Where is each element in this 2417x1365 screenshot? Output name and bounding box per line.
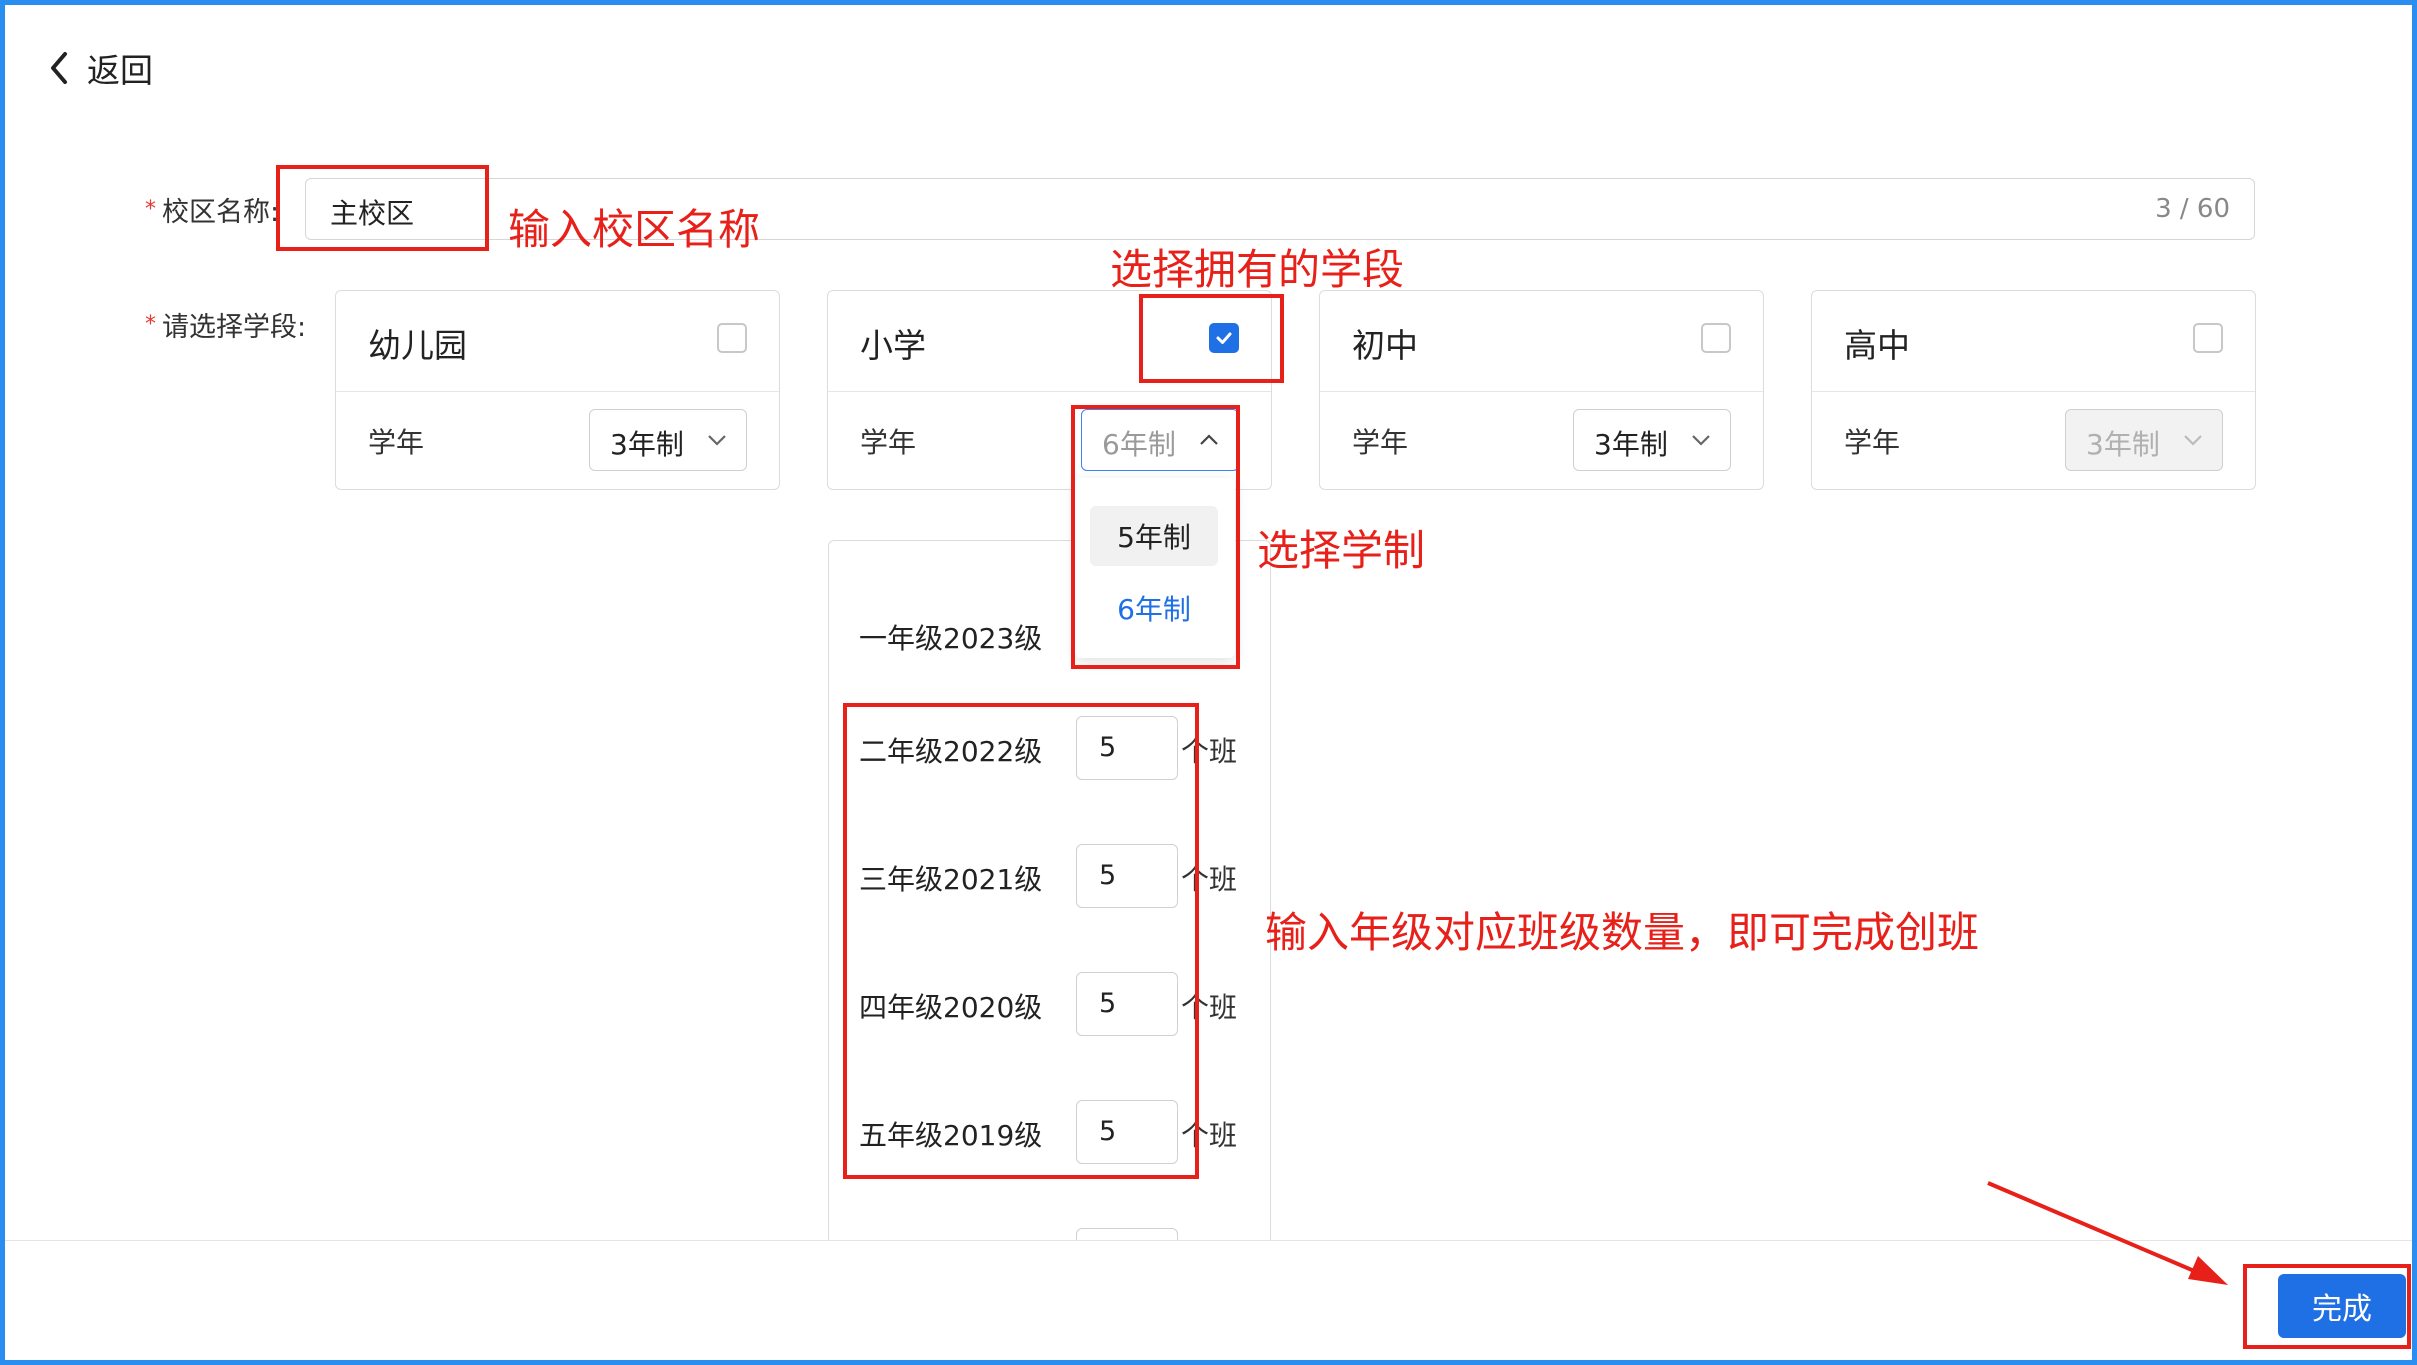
stage-card-header: 初中: [1320, 291, 1763, 392]
stage-card-senior: 高中 学年 3年制: [1811, 290, 2256, 490]
year-label: 学年: [860, 426, 917, 459]
annotation-box: [276, 165, 489, 251]
annotation-box: [843, 703, 1199, 1179]
stage-title: 初中: [1352, 326, 1418, 365]
select-value: 3年制: [1594, 428, 1668, 461]
stage-checkbox[interactable]: [717, 323, 747, 353]
stage-title: 幼儿园: [368, 326, 467, 365]
year-system-select[interactable]: 3年制: [589, 409, 747, 471]
annotation-text: 选择拥有的学段: [1110, 245, 1405, 294]
back-label: 返回: [87, 51, 153, 90]
year-label: 学年: [1352, 426, 1409, 459]
stage-label: * 请选择学段:: [145, 305, 306, 344]
chevron-down-icon: [1692, 435, 1710, 446]
year-system-select[interactable]: 3年制: [1573, 409, 1731, 471]
annotation-text: 输入校区名称: [508, 205, 761, 254]
stage-checkbox[interactable]: [1701, 323, 1731, 353]
chevron-down-icon: [2184, 435, 2202, 446]
year-label: 学年: [1844, 426, 1901, 459]
stage-label-text: 请选择学段:: [162, 312, 307, 343]
annotation-box: [1139, 294, 1284, 383]
stage-card-header: 高中: [1812, 291, 2255, 392]
annotation-text: 选择学制: [1257, 526, 1426, 575]
campus-name-label-text: 校区名称:: [162, 197, 280, 228]
required-mark: *: [145, 312, 156, 337]
back-button[interactable]: 返回: [45, 44, 153, 92]
annotation-text: 输入年级对应班级数量，即可完成创班: [1265, 908, 1980, 957]
select-value: 3年制: [2086, 428, 2160, 461]
annotation-box: [1071, 405, 1240, 669]
chevron-left-icon: [51, 52, 67, 84]
char-counter: 3 / 60: [2155, 194, 2230, 224]
year-system-select[interactable]: 3年制: [2065, 409, 2223, 471]
required-mark: *: [145, 197, 156, 222]
stage-title: 小学: [860, 326, 926, 365]
stage-card-junior: 初中 学年 3年制: [1319, 290, 1764, 490]
stage-checkbox[interactable]: [2193, 323, 2223, 353]
select-value: 3年制: [610, 428, 684, 461]
class-count-input[interactable]: [1076, 1228, 1178, 1240]
stage-card-kindergarten: 幼儿园 学年 3年制: [335, 290, 780, 490]
grade-row-partial: [859, 1228, 1270, 1240]
annotation-arrow-icon: [1987, 1181, 2228, 1285]
annotation-box: [2243, 1264, 2411, 1349]
grade-label: 一年级2023级: [859, 622, 1043, 655]
chevron-down-icon: [708, 435, 726, 446]
year-label: 学年: [368, 426, 425, 459]
stage-title: 高中: [1844, 326, 1910, 365]
stage-card-header: 幼儿园: [336, 291, 779, 392]
campus-name-label: * 校区名称:: [145, 190, 279, 229]
